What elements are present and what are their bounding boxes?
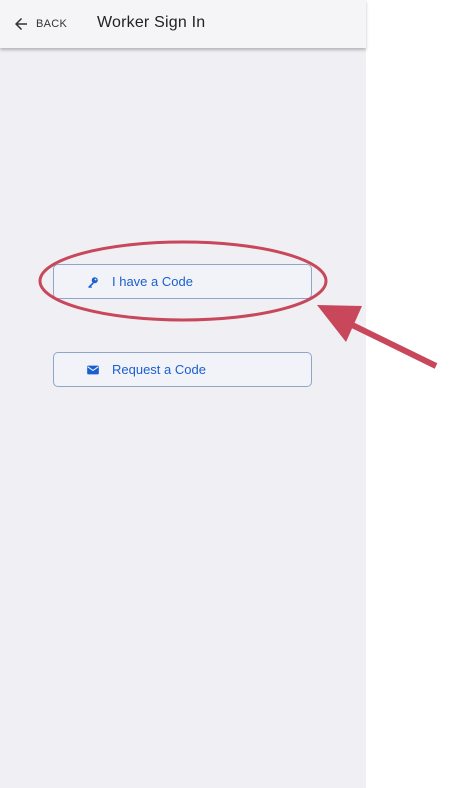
page-title: Worker Sign In [97,14,206,31]
request-code-button[interactable]: Request a Code [53,352,312,387]
app-screen: BACK Worker Sign In I have a Code Reques… [0,0,366,788]
envelope-icon [86,363,100,377]
back-button[interactable]: BACK [12,10,67,38]
back-label: BACK [36,18,68,30]
page: BACK Worker Sign In I have a Code Reques… [0,0,450,788]
have-code-button[interactable]: I have a Code [53,264,312,299]
arrow-left-icon [12,15,30,33]
app-bar: BACK Worker Sign In [0,0,366,48]
have-code-label: I have a Code [112,274,193,289]
key-icon [86,275,100,289]
request-code-label: Request a Code [112,362,206,377]
